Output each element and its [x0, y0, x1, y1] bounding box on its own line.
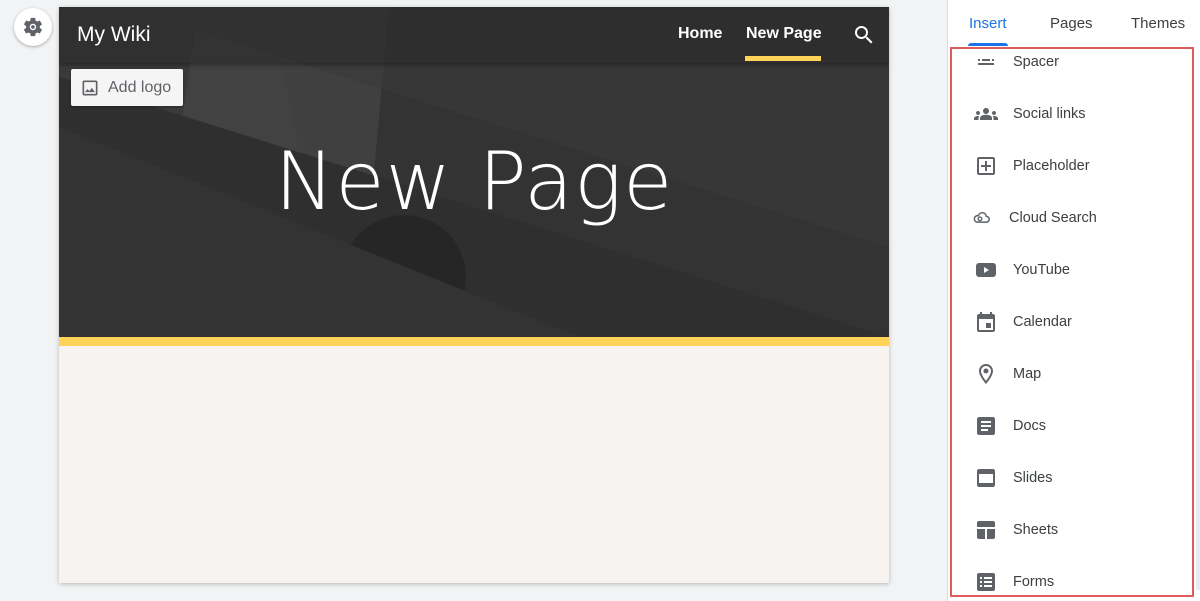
nav-active-indicator [745, 56, 821, 61]
page-title[interactable]: New Page [59, 135, 889, 228]
calendar-icon [977, 312, 995, 332]
insert-items-list[interactable]: Spacer Social links Placeholder Cloud Se… [950, 47, 1194, 597]
nav-item-new-page[interactable]: New Page [746, 25, 822, 43]
insert-item-youtube[interactable]: YouTube [952, 244, 1192, 296]
insert-item-cloud-search[interactable]: Cloud Search [952, 192, 1192, 244]
insert-item-label: Map [1013, 366, 1042, 382]
insert-item-slides[interactable]: Slides [952, 452, 1192, 504]
settings-button[interactable] [14, 8, 52, 46]
map-pin-icon [979, 364, 993, 384]
people-icon [974, 108, 998, 120]
insert-item-label: Cloud Search [1009, 210, 1097, 226]
insert-item-docs[interactable]: Docs [952, 400, 1192, 452]
add-box-icon [977, 157, 995, 175]
spacer-icon [978, 59, 994, 65]
insert-item-spacer[interactable]: Spacer [952, 49, 1192, 88]
insert-item-label: Social links [1013, 106, 1086, 122]
youtube-icon [976, 263, 996, 277]
search-icon [855, 26, 873, 44]
add-logo-label: Add logo [108, 78, 172, 96]
tab-insert[interactable]: Insert [969, 15, 1007, 32]
tab-themes[interactable]: Themes [1131, 15, 1185, 32]
panel-scrollbar[interactable] [1196, 360, 1200, 590]
insert-item-placeholder[interactable]: Placeholder [952, 140, 1192, 192]
insert-item-social-links[interactable]: Social links [952, 88, 1192, 140]
insert-item-label: Calendar [1013, 314, 1072, 330]
insert-item-label: Forms [1013, 574, 1055, 590]
site-title[interactable]: My Wiki [77, 23, 150, 47]
insert-item-label: Sheets [1013, 522, 1059, 538]
active-tab-indicator [968, 43, 1008, 46]
insert-item-calendar[interactable]: Calendar [952, 296, 1192, 348]
gear-icon [24, 17, 42, 37]
site-navigation-bar: My Wiki Home New Page [59, 7, 889, 63]
forms-icon [977, 573, 995, 591]
insert-item-label: Slides [1013, 470, 1053, 486]
image-icon [82, 80, 98, 95]
sheets-icon [977, 521, 995, 539]
insert-item-label: Spacer [1013, 54, 1059, 70]
search-button[interactable] [852, 23, 876, 47]
insert-side-panel: Insert Pages Themes Spacer Social links … [947, 0, 1200, 601]
insert-item-forms[interactable]: Forms [952, 556, 1192, 595]
insert-item-label: Placeholder [1013, 158, 1090, 174]
insert-item-label: Docs [1013, 418, 1047, 434]
slides-icon [977, 469, 995, 487]
hero-header[interactable]: My Wiki Home New Page Add logo New Page [59, 7, 889, 337]
nav-item-home[interactable]: Home [678, 25, 722, 43]
tab-pages[interactable]: Pages [1050, 15, 1093, 32]
docs-icon [977, 417, 995, 435]
header-accent-bar [59, 337, 889, 346]
insert-item-sheets[interactable]: Sheets [952, 504, 1192, 556]
cloud-search-icon [973, 212, 990, 223]
add-logo-button[interactable]: Add logo [71, 69, 183, 106]
insert-item-map[interactable]: Map [952, 348, 1192, 400]
page-canvas[interactable]: My Wiki Home New Page Add logo New Page [59, 7, 889, 583]
insert-item-label: YouTube [1013, 262, 1070, 278]
